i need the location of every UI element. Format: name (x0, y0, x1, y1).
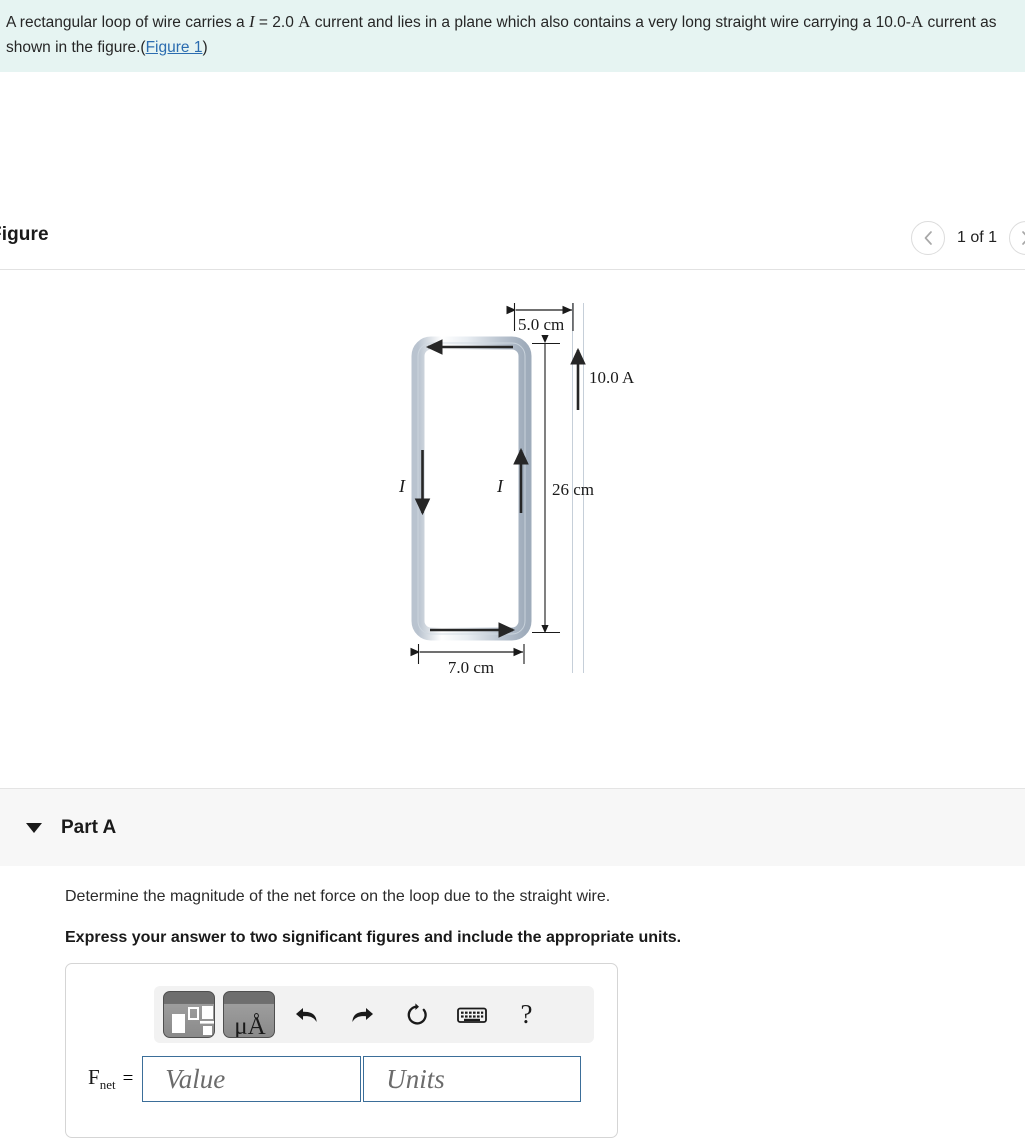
answer-units-input[interactable] (363, 1056, 582, 1102)
answer-input-row: Fnet = (88, 1056, 582, 1102)
question-text: Determine the magnitude of the net force… (65, 888, 611, 905)
reset-button[interactable] (393, 991, 440, 1038)
figure-title: Figure (0, 224, 49, 245)
statement-text-1: A rectangular loop of wire carries a (6, 14, 249, 31)
answer-value-input[interactable] (142, 1056, 362, 1102)
question-body: Determine the magnitude of the net force… (65, 884, 965, 951)
part-a-label: Part A (61, 816, 117, 838)
keyboard-icon (456, 1007, 487, 1023)
redo-button[interactable] (338, 991, 385, 1038)
loop-current-label-left: I (398, 476, 406, 496)
wire-loop (411, 336, 532, 641)
svg-text:μÅ: μÅ (234, 1013, 265, 1038)
undo-icon (295, 1007, 317, 1022)
ampere-unit-2: A (910, 12, 924, 31)
part-a-header[interactable]: Part A (0, 788, 1025, 866)
answer-box: μÅ ? Fnet = Value Units (65, 963, 618, 1138)
figure-1-link[interactable]: Figure 1 (146, 39, 203, 56)
statement-text-2: current and lies in a plane which also c… (310, 14, 911, 31)
problem-statement: A rectangular loop of wire carries a I =… (0, 0, 1025, 72)
units-glyph: μÅ (234, 1013, 265, 1038)
answer-field-label: Fnet (88, 1064, 116, 1093)
figure-prev-button[interactable] (910, 221, 945, 255)
figure-navigation: 1 of 1 (910, 221, 1025, 255)
redo-icon (351, 1007, 373, 1022)
math-template-icon[interactable] (163, 991, 215, 1038)
caret-down-icon[interactable] (26, 822, 42, 833)
help-icon: ? (520, 999, 533, 1029)
loop-current-arrows (414, 339, 529, 638)
equals-sign: = (122, 1068, 134, 1089)
units-icon[interactable]: μÅ (223, 991, 275, 1038)
ampere-unit-1: A (298, 12, 311, 31)
dimension-loop-height-label: 26 cm (552, 480, 594, 499)
figure-header: Figure 1 of 1 (0, 212, 1025, 270)
undo-button[interactable] (283, 991, 330, 1038)
dimension-loop-width-label: 7.0 cm (448, 658, 494, 677)
keyboard-button[interactable] (448, 991, 495, 1038)
dimension-loop-height: 26 cm (532, 334, 594, 634)
dimension-loop-width: 7.0 cm (410, 644, 525, 677)
help-button[interactable]: ? (503, 991, 550, 1038)
reset-icon (407, 1002, 427, 1025)
loop-current-label-right: I (496, 476, 504, 496)
dimension-top-distance-label: 5.0 cm (518, 315, 564, 334)
wire-current-label: 10.0 A (589, 368, 635, 387)
answer-toolbar: μÅ ? (154, 986, 594, 1043)
figure-diagram: I I 10.0 A 5.0 cm 26 cm 7.0 cm (0, 270, 1025, 780)
math-template-glyph (172, 1006, 214, 1035)
chevron-right-icon (1022, 231, 1025, 245)
statement-eq: = 2.0 (254, 14, 299, 31)
dimension-top-distance: 5.0 cm (506, 303, 574, 334)
chevron-left-icon (924, 231, 932, 245)
physics-diagram-svg: I I 10.0 A 5.0 cm 26 cm 7.0 cm (398, 303, 635, 677)
figure-counter: 1 of 1 (956, 229, 997, 246)
statement-text-4: ) (202, 39, 208, 56)
question-instruction: Express your answer to two significant f… (65, 929, 682, 946)
figure-next-button[interactable] (1009, 221, 1025, 255)
